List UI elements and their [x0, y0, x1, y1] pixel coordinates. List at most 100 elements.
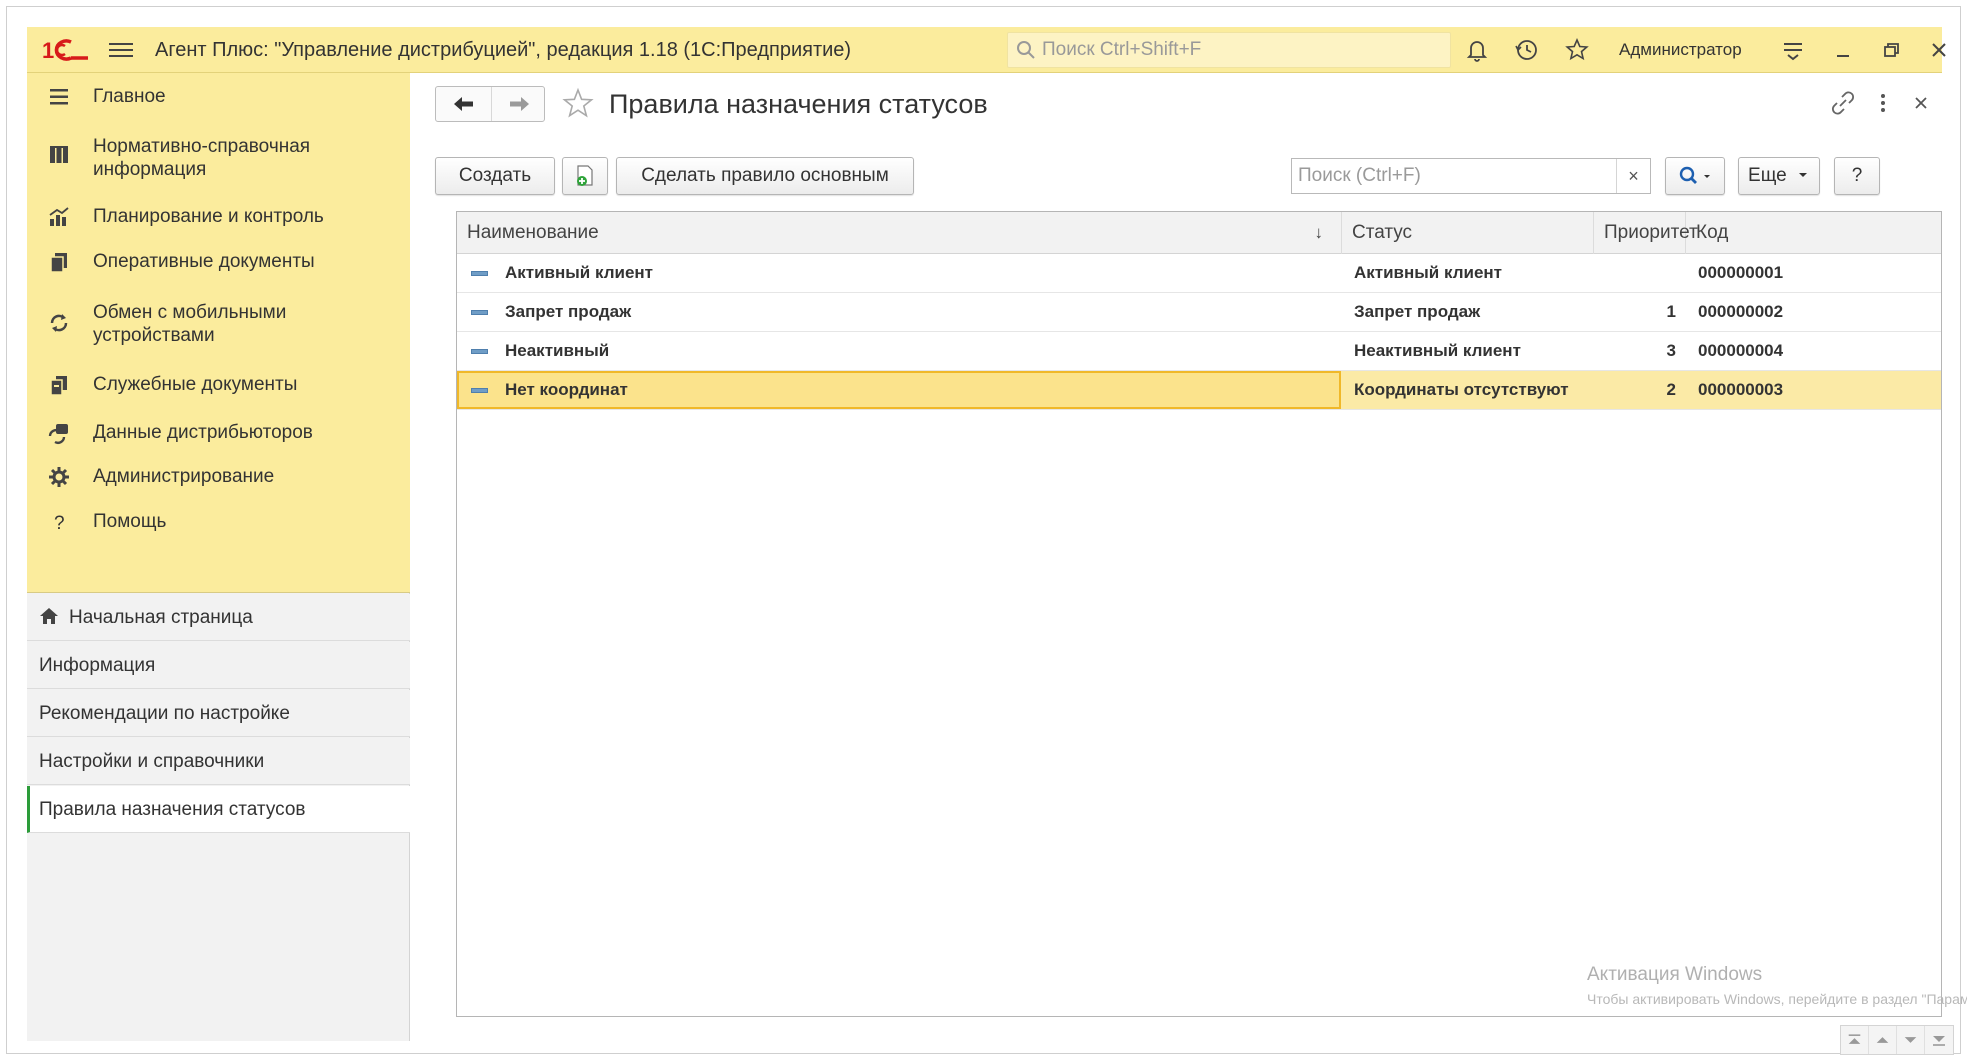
cell-status: Неактивный клиент [1354, 341, 1521, 360]
close-app-icon[interactable] [1925, 36, 1953, 64]
global-search[interactable] [1007, 32, 1451, 68]
form-search[interactable]: × [1291, 158, 1651, 194]
close-form-icon[interactable] [1907, 89, 1935, 117]
section-label: Главное [93, 86, 166, 107]
minimize-icon[interactable] [1829, 36, 1857, 64]
more-vertical-icon[interactable] [1869, 89, 1897, 117]
section-administration[interactable]: Администрирование [27, 453, 410, 497]
catalog-item-icon [471, 271, 488, 276]
scroll-down-icon[interactable] [1897, 1026, 1925, 1054]
add-copy-icon [577, 165, 593, 186]
page-title: Правила назначения статусов [609, 89, 988, 119]
title-bar: 1 Агент Плюс: "Управление дистрибуцией",… [27, 27, 1946, 73]
catalog-item-icon [471, 310, 488, 315]
settings-menu-icon[interactable] [1779, 36, 1807, 64]
table-row-selected[interactable]: Нет координат Координаты отсутствуют 2 0… [457, 371, 1941, 410]
section-service-docs[interactable]: Служебные документы [27, 359, 410, 409]
open-window-home[interactable]: Начальная страница [27, 594, 410, 641]
forward-button[interactable] [491, 87, 546, 121]
section-operational-docs[interactable]: Оперативные документы [27, 237, 410, 287]
app-frame: 1 Агент Плюс: "Управление дистрибуцией",… [6, 6, 1967, 1055]
open-window-label: Настройки и справочники [39, 751, 265, 772]
cell-code: 000000001 [1698, 263, 1784, 282]
cell-name-text: Активный клиент [505, 263, 653, 282]
open-window-label: Информация [39, 655, 156, 676]
bell-icon[interactable] [1463, 36, 1491, 64]
sync-icon [50, 314, 68, 332]
cell-name: Запрет продаж [457, 293, 1341, 331]
favorites-star-icon[interactable] [1563, 36, 1591, 64]
clear-search-button[interactable]: × [1616, 159, 1650, 193]
section-planning[interactable]: Планирование и контроль [27, 193, 410, 237]
history-icon[interactable] [1513, 36, 1541, 64]
scroll-to-top-icon[interactable] [1841, 1026, 1869, 1054]
cell-status: Запрет продаж [1354, 302, 1481, 321]
more-button-label: Еще [1748, 165, 1787, 186]
column-header-label: Наименование [467, 222, 599, 243]
chevron-down-icon [1798, 173, 1807, 177]
table-row[interactable]: Активный клиент Активный клиент 00000000… [457, 254, 1941, 293]
section-reference-data[interactable]: Нормативно-справочная информация [27, 121, 410, 193]
table-row[interactable]: Неактивный Неактивный клиент 3 000000004 [457, 332, 1941, 371]
link-icon[interactable] [1829, 89, 1857, 117]
user-name[interactable]: Администратор [1619, 27, 1742, 73]
section-label: Администрирование [93, 466, 275, 487]
cell-priority [1594, 254, 1686, 292]
open-window-label: Рекомендации по настройке [39, 703, 290, 724]
table-row[interactable]: Запрет продаж Запрет продаж 1 000000002 [457, 293, 1941, 332]
column-header-code[interactable]: Код [1686, 212, 1943, 254]
svg-text:?: ? [54, 513, 65, 534]
cell-priority: 3 [1666, 341, 1676, 360]
help-icon: ? [54, 513, 65, 534]
more-button[interactable]: Еще [1738, 157, 1820, 195]
windows-activation-hint: Чтобы активировать Windows, перейдите в … [1587, 991, 1967, 1007]
create-button[interactable]: Создать [435, 157, 555, 195]
open-window-label: Начальная страница [69, 607, 253, 628]
open-window-recommendations[interactable]: Рекомендации по настройке [27, 690, 410, 737]
scroll-to-bottom-icon[interactable] [1925, 1026, 1953, 1054]
cell-name-text: Нет координат [505, 380, 628, 399]
section-main[interactable]: Главное [27, 73, 410, 121]
rules-table: Наименование ↓ Статус Приоритет Код Акти… [456, 211, 1967, 1017]
section-label: Служебные документы [93, 374, 298, 395]
section-label: Оперативные документы [93, 251, 315, 272]
1c-logo: 1 [41, 36, 89, 64]
documents-icon [50, 253, 67, 273]
scroll-up-icon[interactable] [1869, 1026, 1897, 1054]
open-window-information[interactable]: Информация [27, 642, 410, 689]
cell-name-text: Неактивный [505, 341, 610, 360]
sort-desc-icon: ↓ [1314, 223, 1324, 242]
form-search-input[interactable] [1296, 159, 1616, 193]
cell-code: 000000003 [1698, 380, 1784, 399]
back-button[interactable] [436, 87, 491, 121]
catalog-item-icon [471, 349, 488, 354]
cell-status: Координаты отсутствуют [1354, 380, 1569, 399]
sidebar: Главное Нормативно-справочная информация… [27, 73, 410, 1041]
add-to-favorites-star-icon[interactable] [561, 87, 595, 121]
column-header-status[interactable]: Статус [1342, 212, 1594, 254]
section-label: Помощь [93, 511, 167, 532]
distributors-icon [48, 424, 68, 444]
section-distributors[interactable]: Данные дистрибьюторов [27, 409, 410, 453]
help-button[interactable]: ? [1834, 157, 1880, 195]
search-dropdown-icon [1679, 166, 1710, 184]
open-window-settings[interactable]: Настройки и справочники [27, 738, 410, 785]
column-header-priority[interactable]: Приоритет [1594, 212, 1698, 254]
restore-icon[interactable] [1877, 36, 1905, 64]
section-mobile-exchange[interactable]: Обмен с мобильными устройствами [27, 287, 410, 359]
open-window-status-rules[interactable]: Правила назначения статусов [27, 786, 410, 833]
column-header-name[interactable]: Наименование ↓ [457, 212, 1342, 254]
copy-button[interactable] [562, 157, 608, 195]
open-window-label: Правила назначения статусов [39, 799, 306, 820]
main-menu-button[interactable] [109, 39, 133, 61]
section-help[interactable]: ? Помощь [27, 497, 410, 545]
arrow-right-icon [510, 97, 529, 111]
navigation-buttons [435, 86, 545, 122]
global-search-input[interactable] [1040, 33, 1440, 67]
make-main-rule-button[interactable]: Сделать правило основным [616, 157, 914, 195]
cell-code: 000000004 [1698, 341, 1784, 360]
search-options-button[interactable] [1665, 157, 1725, 195]
cell-priority: 1 [1666, 302, 1676, 321]
cell-name-text: Запрет продаж [505, 302, 632, 321]
table-header: Наименование ↓ Статус Приоритет Код [457, 212, 1941, 254]
